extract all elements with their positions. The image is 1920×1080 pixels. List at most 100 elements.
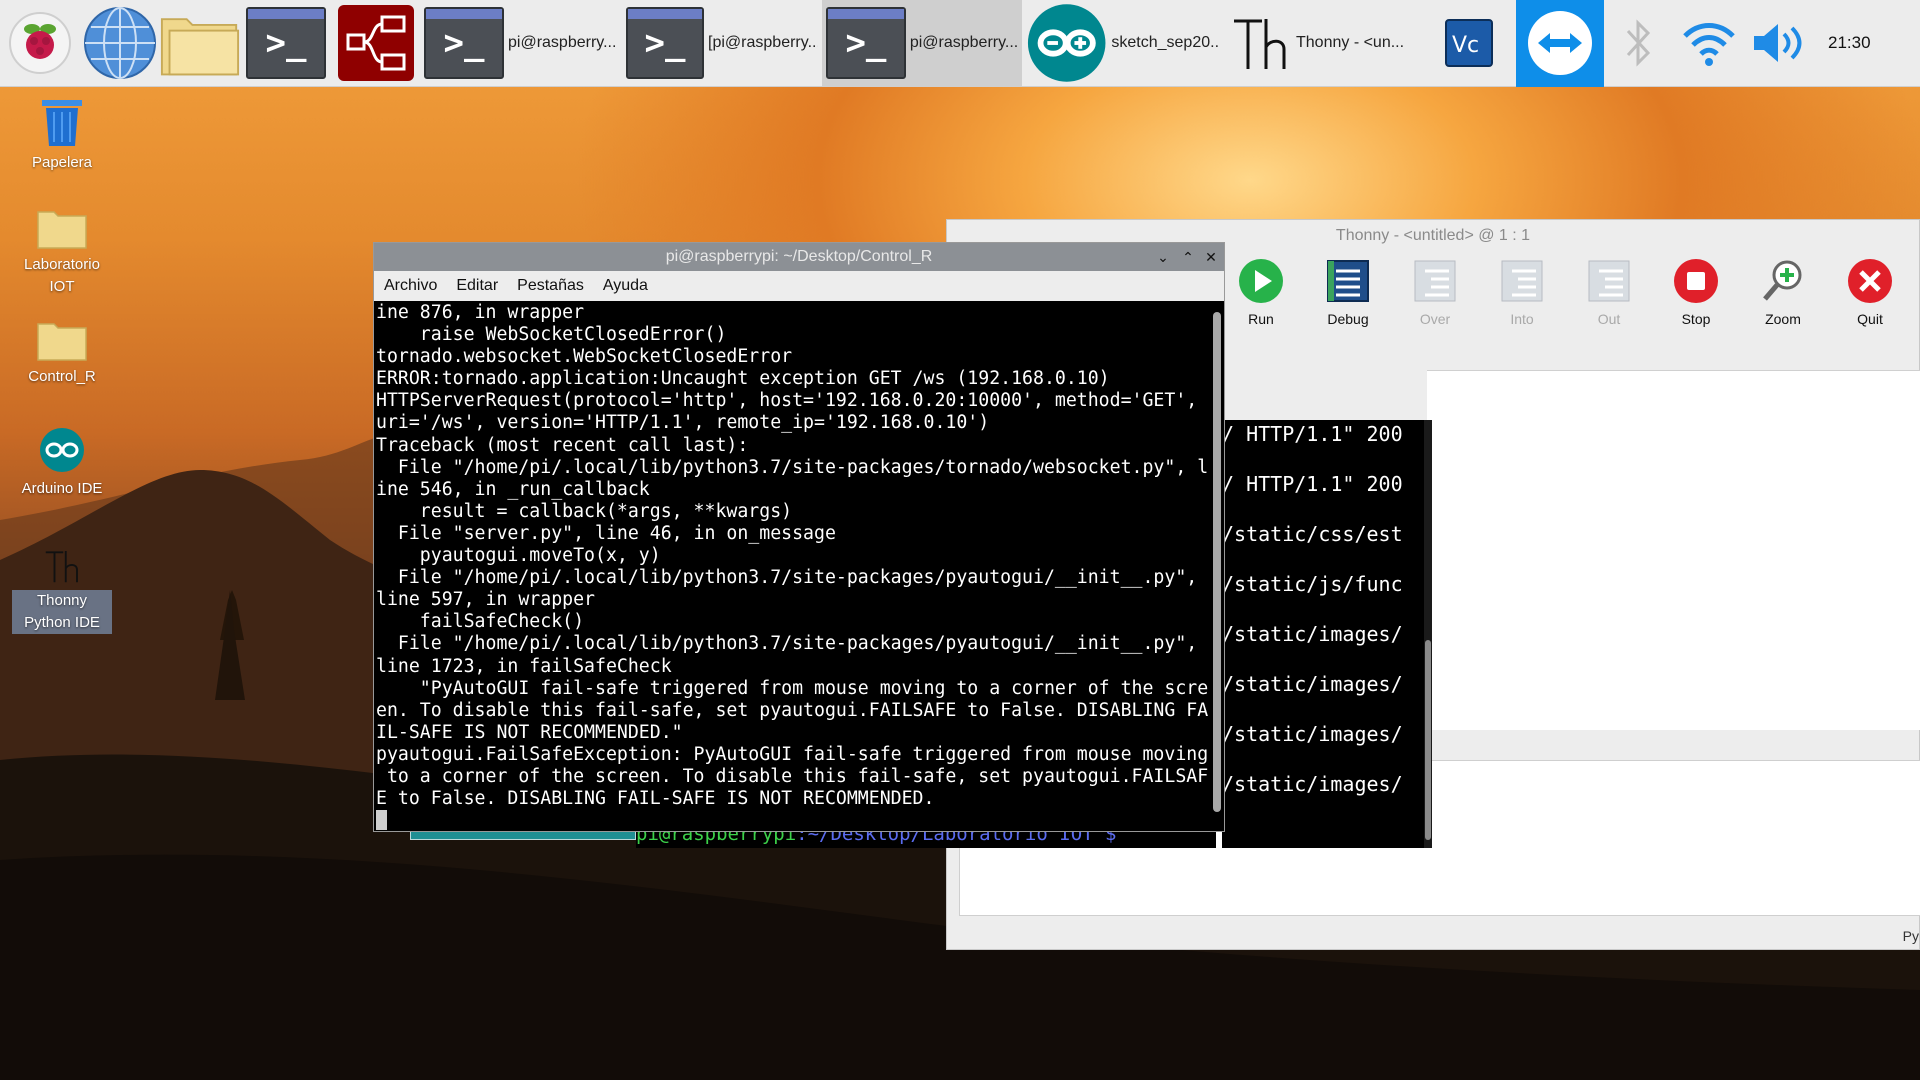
minimize-button[interactable]: ⌄ xyxy=(1152,243,1174,271)
terminal-line: / HTTP/1.1" 200 xyxy=(1222,422,1403,446)
node-red-icon xyxy=(338,5,414,81)
terminal-scrollbar[interactable] xyxy=(1210,302,1224,830)
web-browser-launcher[interactable] xyxy=(80,0,160,87)
terminal-icon: >_ xyxy=(626,7,705,79)
quit-icon xyxy=(1848,259,1892,303)
terminal-text: ine 876, in wrapper raise WebSocketClose… xyxy=(376,302,1208,810)
desktop-icon-trash[interactable]: Papelera xyxy=(12,96,112,174)
menu-pestanas[interactable]: Pestañas xyxy=(507,277,593,295)
taskbar-task-terminal-3[interactable]: >_ pi@raspberry... xyxy=(822,0,1022,87)
step-out-icon xyxy=(1588,260,1630,302)
terminal-icon: >_ xyxy=(826,7,906,79)
desktop-icon-label: Papelera xyxy=(31,154,93,171)
terminal-launcher[interactable]: >_ xyxy=(240,0,332,87)
terminal-line: /static/images/ xyxy=(1222,672,1403,696)
step-into-button[interactable]: Into xyxy=(1482,257,1562,327)
menu-archivo[interactable]: Archivo xyxy=(374,277,446,295)
run-button[interactable]: Run xyxy=(1221,257,1301,327)
volume-tray[interactable] xyxy=(1744,0,1814,87)
taskbar: >_ >_ pi@raspberry... >_ [pi@raspberry..… xyxy=(0,0,1920,87)
desktop-icon-thonny[interactable]: Thonny Python IDE xyxy=(12,546,112,634)
desktop-icon-control-r[interactable]: Control_R xyxy=(12,318,112,388)
desktop-icon-label: Arduino IDE xyxy=(21,480,103,497)
clock[interactable]: 21:30 xyxy=(1828,33,1871,53)
terminal-line: /static/js/func xyxy=(1222,572,1403,596)
globe-icon xyxy=(84,7,156,79)
scrollbar-thumb[interactable] xyxy=(1213,312,1221,812)
debug-icon xyxy=(1327,260,1369,302)
text-cursor xyxy=(376,810,387,830)
step-out-button[interactable]: Out xyxy=(1569,257,1649,327)
trash-icon xyxy=(42,100,82,146)
folder-icon xyxy=(37,211,87,249)
terminal-window-background[interactable]: / HTTP/1.1" 200 / HTTP/1.1" 200 /static/… xyxy=(1222,420,1428,848)
folder-icon xyxy=(37,323,87,361)
vnc-viewer-tray[interactable]: Vc xyxy=(1422,0,1516,87)
menu-ayuda[interactable]: Ayuda xyxy=(593,277,657,295)
maximize-button[interactable]: ⌃ xyxy=(1177,243,1199,271)
task-label: pi@raspberry... xyxy=(909,34,1018,51)
tool-label: Out xyxy=(1597,311,1621,327)
thonny-icon xyxy=(1234,19,1286,69)
bluetooth-tray[interactable] xyxy=(1604,0,1674,87)
step-over-icon xyxy=(1414,260,1456,302)
teamviewer-icon xyxy=(1528,11,1592,75)
debug-button[interactable]: Debug xyxy=(1308,257,1388,327)
task-label: sketch_sep20... xyxy=(1111,34,1220,51)
svg-text:Vc: Vc xyxy=(1452,33,1479,58)
terminal-line: /static/images/ xyxy=(1222,622,1403,646)
taskbar-task-thonny[interactable]: Thonny - <un... xyxy=(1224,0,1422,87)
step-over-button[interactable]: Over xyxy=(1395,257,1475,327)
desktop-icon-laboratorio-iot[interactable]: Laboratorio IOT xyxy=(12,206,112,298)
terminal-output[interactable]: ine 876, in wrapper raise WebSocketClose… xyxy=(376,302,1208,830)
teamviewer-tray[interactable] xyxy=(1516,0,1604,87)
desktop-icon-label: Control_R xyxy=(28,368,96,385)
tool-label: Stop xyxy=(1681,311,1711,327)
step-into-icon xyxy=(1501,260,1543,302)
taskbar-task-arduino[interactable]: sketch_sep20... xyxy=(1022,0,1224,87)
close-button[interactable]: ✕ xyxy=(1200,243,1222,271)
raspberry-icon xyxy=(9,12,71,74)
tool-label: Run xyxy=(1248,311,1274,327)
zoom-button[interactable]: Zoom xyxy=(1743,257,1823,327)
terminal-menubar: Archivo Editar Pestañas Ayuda xyxy=(374,271,1224,301)
tool-label: Over xyxy=(1419,311,1451,327)
stop-icon xyxy=(1674,259,1718,303)
arduino-icon xyxy=(1027,4,1106,82)
code-editor[interactable] xyxy=(1427,370,1920,730)
wifi-tray[interactable] xyxy=(1674,0,1744,87)
tool-label: Into xyxy=(1510,311,1534,327)
bluetooth-icon xyxy=(1626,19,1651,67)
terminal-window[interactable]: pi@raspberrypi: ~/Desktop/Control_R ⌄ ⌃ … xyxy=(373,242,1225,832)
desktop-icon-arduino-ide[interactable]: Arduino IDE xyxy=(12,426,112,500)
desktop-icon-label: Laboratorio IOT xyxy=(24,256,100,295)
taskbar-task-terminal-1[interactable]: >_ pi@raspberry... xyxy=(420,0,622,87)
status-bar: Py xyxy=(1902,928,1919,944)
terminal-icon: >_ xyxy=(246,7,326,79)
desktop-icon-label: Thonny Python IDE xyxy=(12,590,112,634)
taskbar-task-terminal-2[interactable]: >_ [pi@raspberry... xyxy=(622,0,822,87)
terminal-icon: >_ xyxy=(424,7,504,79)
terminal-line: / HTTP/1.1" 200 xyxy=(1222,472,1403,496)
zoom-icon xyxy=(1763,260,1802,301)
tool-label: Debug xyxy=(1327,311,1369,327)
menu-editar[interactable]: Editar xyxy=(446,277,507,295)
stop-button[interactable]: Stop xyxy=(1656,257,1736,327)
scrollbar-thumb[interactable] xyxy=(1425,640,1431,840)
terminal-titlebar[interactable]: pi@raspberrypi: ~/Desktop/Control_R ⌄ ⌃ … xyxy=(374,243,1224,271)
task-label: [pi@raspberry... xyxy=(708,34,818,51)
node-red-launcher[interactable] xyxy=(332,0,420,87)
raspberry-menu-button[interactable] xyxy=(0,0,80,87)
terminal-scrollbar[interactable] xyxy=(1424,420,1432,848)
wifi-icon xyxy=(1683,23,1735,66)
vnc-icon: Vc xyxy=(1445,19,1493,67)
terminal-line: /static/css/est xyxy=(1222,522,1403,546)
window-title: pi@raspberrypi: ~/Desktop/Control_R xyxy=(665,248,933,265)
task-label: Thonny - <un... xyxy=(1296,34,1405,51)
arduino-icon xyxy=(40,428,84,472)
file-manager-launcher[interactable] xyxy=(160,0,240,87)
tool-label: Zoom xyxy=(1765,311,1801,327)
task-label: pi@raspberry... xyxy=(508,34,617,51)
thonny-icon xyxy=(45,551,78,583)
quit-button[interactable]: Quit xyxy=(1830,257,1910,327)
